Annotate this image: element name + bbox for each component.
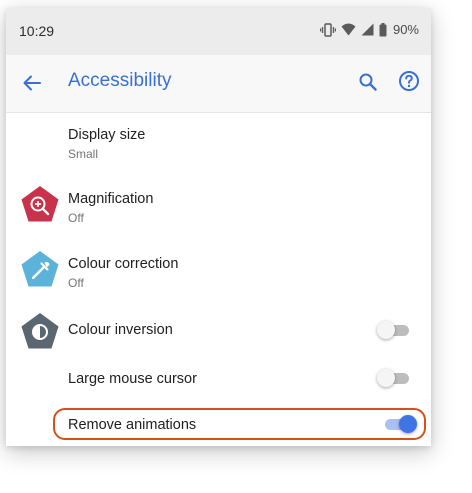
colour-inversion-icon [20,312,60,352]
phone-screen: 10:29 90% Accessibility Display size Sma… [6,8,431,446]
setting-magnification[interactable]: Magnification Off [6,180,431,238]
app-bar: Accessibility [6,55,431,113]
help-icon[interactable] [397,69,421,93]
large-mouse-cursor-toggle[interactable] [377,369,411,387]
vibrate-icon [319,22,336,37]
wifi-icon [341,23,356,36]
setting-large-mouse-cursor[interactable]: Large mouse cursor [6,360,431,404]
setting-summary: Off [68,211,84,225]
colour-inversion-toggle[interactable] [377,321,411,339]
setting-label: Remove animations [68,417,197,433]
signal-icon [361,23,374,36]
screenshot-stage: 10:29 90% Accessibility Display size Sma… [0,0,472,493]
setting-label: Magnification [68,191,154,207]
magnification-icon [20,185,60,225]
back-arrow-icon[interactable] [20,71,44,95]
status-bar: 10:29 90% [6,8,431,55]
setting-summary: Off [68,276,84,290]
remove-animations-toggle[interactable] [383,415,417,433]
setting-label: Display size [68,127,146,143]
battery-percentage: 90% [392,22,419,37]
colour-correction-icon [20,250,60,290]
setting-colour-inversion[interactable]: Colour inversion [6,310,431,354]
toggle-thumb [377,369,395,387]
setting-label: Colour correction [68,256,179,272]
search-icon[interactable] [356,70,380,94]
setting-colour-correction[interactable]: Colour correction Off [6,245,431,303]
page-title: Accessibility [68,70,172,91]
setting-summary: Small [68,147,99,161]
setting-remove-animations[interactable]: Remove animations [6,408,431,440]
toggle-thumb [377,321,395,339]
setting-label: Colour inversion [68,322,173,338]
status-icons: 90% [319,22,419,37]
battery-icon [379,22,387,37]
setting-label: Large mouse cursor [68,371,197,387]
setting-display-size[interactable]: Display size Small [6,116,431,174]
status-time: 10:29 [19,23,55,39]
toggle-thumb [399,415,417,433]
